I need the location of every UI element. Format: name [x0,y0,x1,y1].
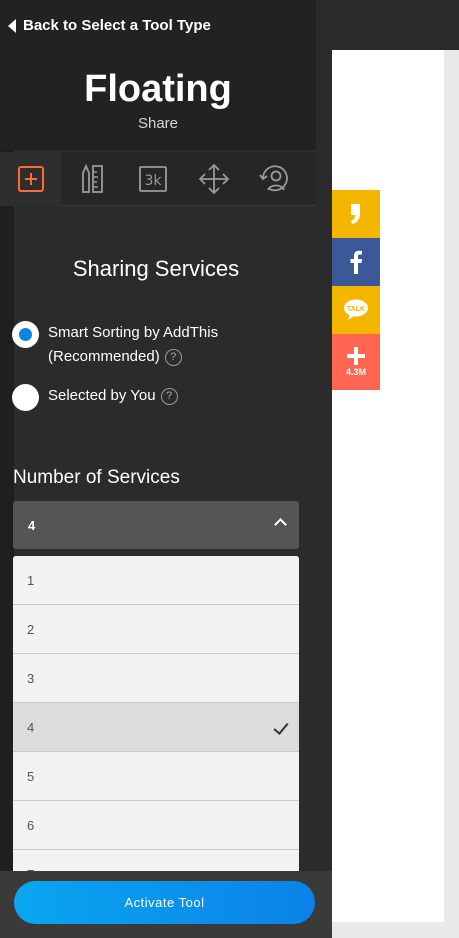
option-4[interactable]: 4 [13,703,299,752]
floating-share-bar: TALK 4.3M [332,190,380,390]
number-of-services-options: 1 2 3 4 5 6 7 [13,556,299,886]
help-icon[interactable]: ? [160,387,178,405]
back-arrow-icon [8,18,16,33]
option-label: 5 [27,768,35,784]
checkmark-icon [273,719,289,735]
tab-position[interactable] [183,152,244,206]
option-2[interactable]: 2 [13,605,299,654]
option-label: 4 [27,719,35,735]
tool-config-panel: Back to Select a Tool Type Floating Shar… [0,0,332,938]
radio-label: Smart Sorting by AddThis (Recommended)? [48,321,218,369]
option-label: 3 [27,670,35,686]
addthis-plus-icon [347,347,365,365]
number-of-services-label: Number of Services [13,467,180,488]
option-1[interactable]: 1 [13,556,299,605]
back-link-label: Back to Select a Tool Type [23,17,211,34]
kakaostory-share-button[interactable] [332,190,380,238]
radio-selected-by-you[interactable]: Selected by You? [12,384,178,411]
chevron-up-icon [274,518,287,531]
radio-label-line1: Selected by You [48,387,156,404]
section-title: Sharing Services [72,256,240,281]
number-of-services-select[interactable]: 4 [13,501,299,549]
radio-label: Selected by You? [48,384,178,408]
option-3[interactable]: 3 [13,654,299,703]
tab-services[interactable] [0,152,61,206]
move-arrows-icon [198,163,229,195]
add-box-icon [17,166,44,192]
facebook-share-button[interactable] [332,238,380,286]
preview-gutter [444,50,459,938]
radio-label-line2: (Recommended) [48,348,160,365]
facebook-icon [350,250,363,274]
share-count: 4.3M [345,367,366,377]
config-tabs: 3k [0,152,316,206]
radio-label-line1: Smart Sorting by AddThis [48,324,219,341]
counter-3k-icon: 3k [138,166,167,192]
user-settings-icon [258,165,288,192]
preview-bottom-gutter [332,922,459,938]
svg-text:TALK: TALK [347,306,365,313]
radio-button[interactable] [12,321,39,348]
kakaostory-icon [351,204,360,224]
addthis-more-button[interactable]: 4.3M [332,334,380,390]
help-icon[interactable]: ? [164,348,182,366]
option-label: 2 [27,621,35,637]
select-value: 4 [28,517,36,533]
option-label: 1 [27,572,35,588]
radio-dot [19,328,32,341]
tab-counts[interactable]: 3k [122,152,183,206]
preview-canvas [332,50,444,922]
tab-design[interactable] [61,152,122,206]
option-label: 6 [27,817,35,833]
preview-top-bar [332,0,459,50]
option-5[interactable]: 5 [13,752,299,801]
radio-smart-sorting[interactable]: Smart Sorting by AddThis (Recommended)? [12,321,218,369]
svg-text:3k: 3k [144,173,162,189]
tab-audience[interactable] [244,152,305,206]
back-to-tool-type-link[interactable]: Back to Select a Tool Type [8,17,211,34]
tool-subtitle: Share [137,115,179,132]
tabs-divider [61,205,316,206]
tool-title: Floating [84,68,232,110]
activate-tool-button[interactable]: Activate Tool [14,881,315,924]
radio-button[interactable] [12,384,39,411]
ruler-pencil-icon [81,164,103,193]
option-6[interactable]: 6 [13,801,299,850]
kakaotalk-icon: TALK [344,299,368,320]
kakaotalk-share-button[interactable]: TALK [332,286,380,334]
